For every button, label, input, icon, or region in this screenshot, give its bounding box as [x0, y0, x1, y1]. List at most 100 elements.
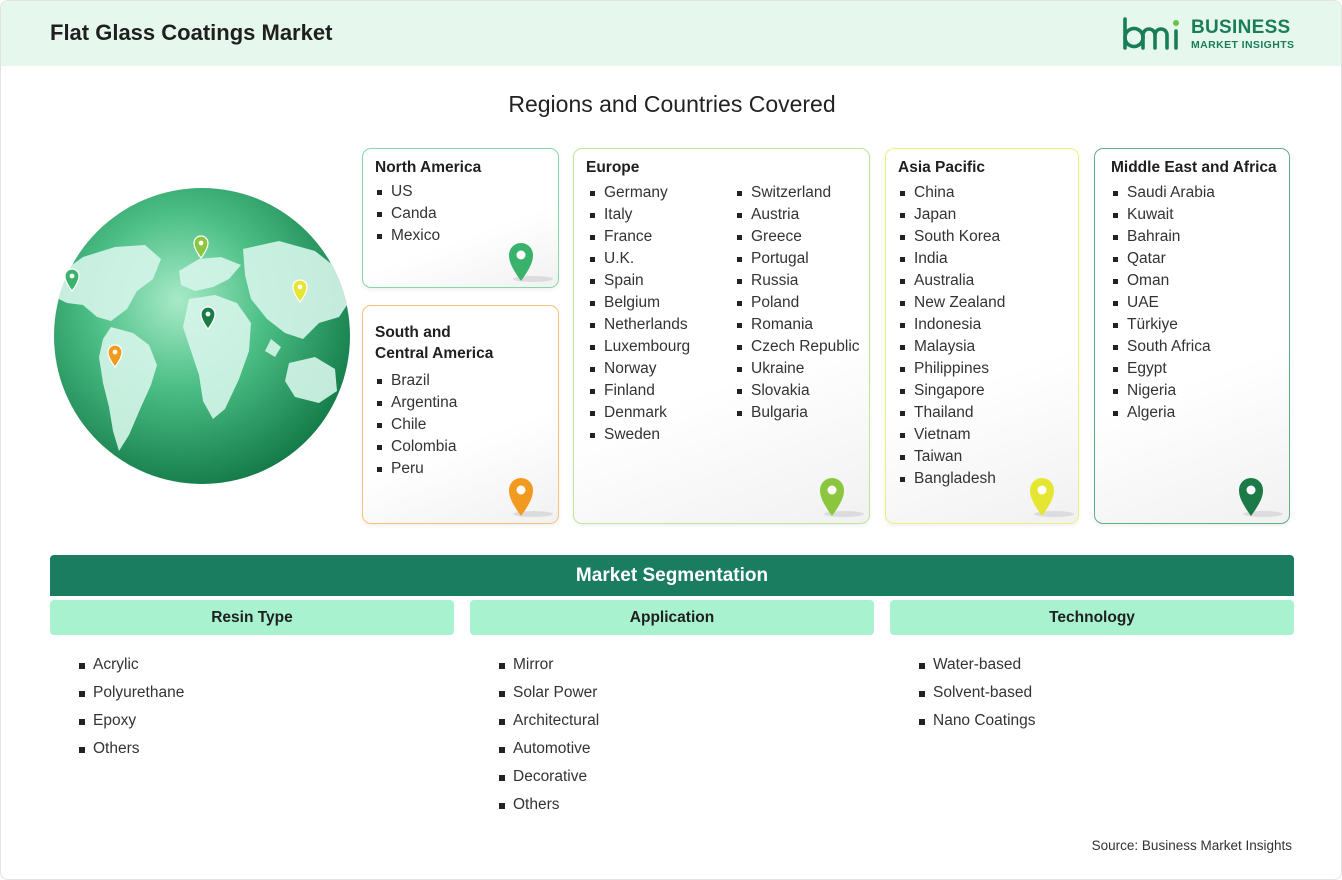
list-item: Thailand [898, 402, 1005, 424]
list-item: Argentina [375, 392, 457, 414]
list-item: Malaysia [898, 336, 1005, 358]
globe-icon [54, 188, 350, 484]
map-pin-icon [509, 243, 553, 282]
country-list: China Japan South Korea India Australia … [898, 182, 1005, 490]
list-item: Singapore [898, 380, 1005, 402]
list-item: Bulgaria [735, 402, 860, 424]
region-title-line2: Central America [375, 345, 494, 362]
list-item: Oman [1111, 270, 1215, 292]
list-item: Nano Coatings [919, 707, 1036, 735]
header-bar: Flat Glass Coatings Market BUSINESS MARK… [1, 1, 1341, 66]
list-item: Solvent-based [919, 679, 1036, 707]
list-item: Decorative [499, 763, 599, 791]
region-card-europe: Europe Germany Italy France U.K. Spain B… [573, 148, 870, 524]
list-item: Netherlands [588, 314, 690, 336]
list-item: Japan [898, 204, 1005, 226]
list-item: Norway [588, 358, 690, 380]
list-item: Epoxy [79, 707, 184, 735]
region-title: Europe [586, 159, 640, 176]
list-item: China [898, 182, 1005, 204]
region-title: North America [375, 159, 482, 176]
segment-list-technology: Water-based Solvent-based Nano Coatings [919, 651, 1036, 735]
country-list: Saudi Arabia Kuwait Bahrain Qatar Oman U… [1111, 182, 1215, 424]
region-title-line1: South and [375, 324, 451, 341]
list-item: Canda [375, 203, 440, 225]
list-item: France [588, 226, 690, 248]
list-item: New Zealand [898, 292, 1005, 314]
list-item: Greece [735, 226, 860, 248]
country-list: Brazil Argentina Chile Colombia Peru [375, 370, 457, 480]
list-item: Saudi Arabia [1111, 182, 1215, 204]
list-item: Water-based [919, 651, 1036, 679]
regions-section-title: Regions and Countries Covered [508, 91, 836, 117]
segment-heading-application: Application [470, 600, 874, 635]
segment-list-resin-type: Acrylic Polyurethane Epoxy Others [79, 651, 184, 763]
company-logo: BUSINESS MARKET INSIGHTS [1121, 15, 1301, 55]
list-item: U.K. [588, 248, 690, 270]
list-item: Spain [588, 270, 690, 292]
list-item: Acrylic [79, 651, 184, 679]
list-item: Switzerland [735, 182, 860, 204]
list-item: US [375, 181, 440, 203]
country-list-col1: Germany Italy France U.K. Spain Belgium … [588, 182, 690, 446]
list-item: Algeria [1111, 402, 1215, 424]
list-item: Austria [735, 204, 860, 226]
list-item: Indonesia [898, 314, 1005, 336]
list-item: Romania [735, 314, 860, 336]
map-pin-icon [820, 478, 864, 517]
list-item: Türkiye [1111, 314, 1215, 336]
map-pin-icon [509, 478, 553, 517]
region-card-asia-pacific: Asia Pacific China Japan South Korea Ind… [885, 148, 1079, 524]
list-item: Taiwan [898, 446, 1005, 468]
list-item: Australia [898, 270, 1005, 292]
list-item: Architectural [499, 707, 599, 735]
list-item: Kuwait [1111, 204, 1215, 226]
list-item: Bangladesh [898, 468, 1005, 490]
source-note: Source: Business Market Insights [1091, 838, 1292, 853]
list-item: Egypt [1111, 358, 1215, 380]
list-item: Brazil [375, 370, 457, 392]
list-item: Philippines [898, 358, 1005, 380]
infographic-frame: Flat Glass Coatings Market BUSINESS MARK… [0, 0, 1342, 880]
list-item: Mirror [499, 651, 599, 679]
list-item: Solar Power [499, 679, 599, 707]
list-item: Sweden [588, 424, 690, 446]
country-list: US Canda Mexico [375, 181, 440, 247]
list-item: Chile [375, 414, 457, 436]
region-title: Middle East and Africa [1111, 159, 1277, 176]
region-card-south-central-america: South and Central America Brazil Argenti… [362, 305, 559, 524]
map-pin-icon [1239, 478, 1283, 517]
list-item: Italy [588, 204, 690, 226]
list-item: South Africa [1111, 336, 1215, 358]
region-card-middle-east-africa: Middle East and Africa Saudi Arabia Kuwa… [1094, 148, 1290, 524]
list-item: Denmark [588, 402, 690, 424]
list-item: Nigeria [1111, 380, 1215, 402]
region-title: South and Central America [375, 322, 493, 364]
region-title: Asia Pacific [898, 159, 986, 176]
logo-text-business: BUSINESS [1191, 17, 1291, 38]
map-pin-icon [1030, 478, 1074, 517]
segment-heading-resin-type: Resin Type [50, 600, 454, 635]
list-item: Qatar [1111, 248, 1215, 270]
list-item: Czech Republic [735, 336, 860, 358]
list-item: Others [79, 735, 184, 763]
segment-heading-technology: Technology [890, 600, 1294, 635]
list-item: Russia [735, 270, 860, 292]
list-item: South Korea [898, 226, 1005, 248]
list-item: Peru [375, 458, 457, 480]
list-item: UAE [1111, 292, 1215, 314]
list-item: Germany [588, 182, 690, 204]
page-title: Flat Glass Coatings Market [50, 20, 333, 45]
list-item: Others [499, 791, 599, 819]
list-item: Vietnam [898, 424, 1005, 446]
region-card-north-america: North America US Canda Mexico [362, 148, 559, 288]
list-item: Polyurethane [79, 679, 184, 707]
list-item: Colombia [375, 436, 457, 458]
list-item: Bahrain [1111, 226, 1215, 248]
list-item: Luxembourg [588, 336, 690, 358]
segmentation-title: Market Segmentation [50, 555, 1294, 596]
list-item: Finland [588, 380, 690, 402]
list-item: Poland [735, 292, 860, 314]
segment-list-application: Mirror Solar Power Architectural Automot… [499, 651, 599, 819]
list-item: Slovakia [735, 380, 860, 402]
